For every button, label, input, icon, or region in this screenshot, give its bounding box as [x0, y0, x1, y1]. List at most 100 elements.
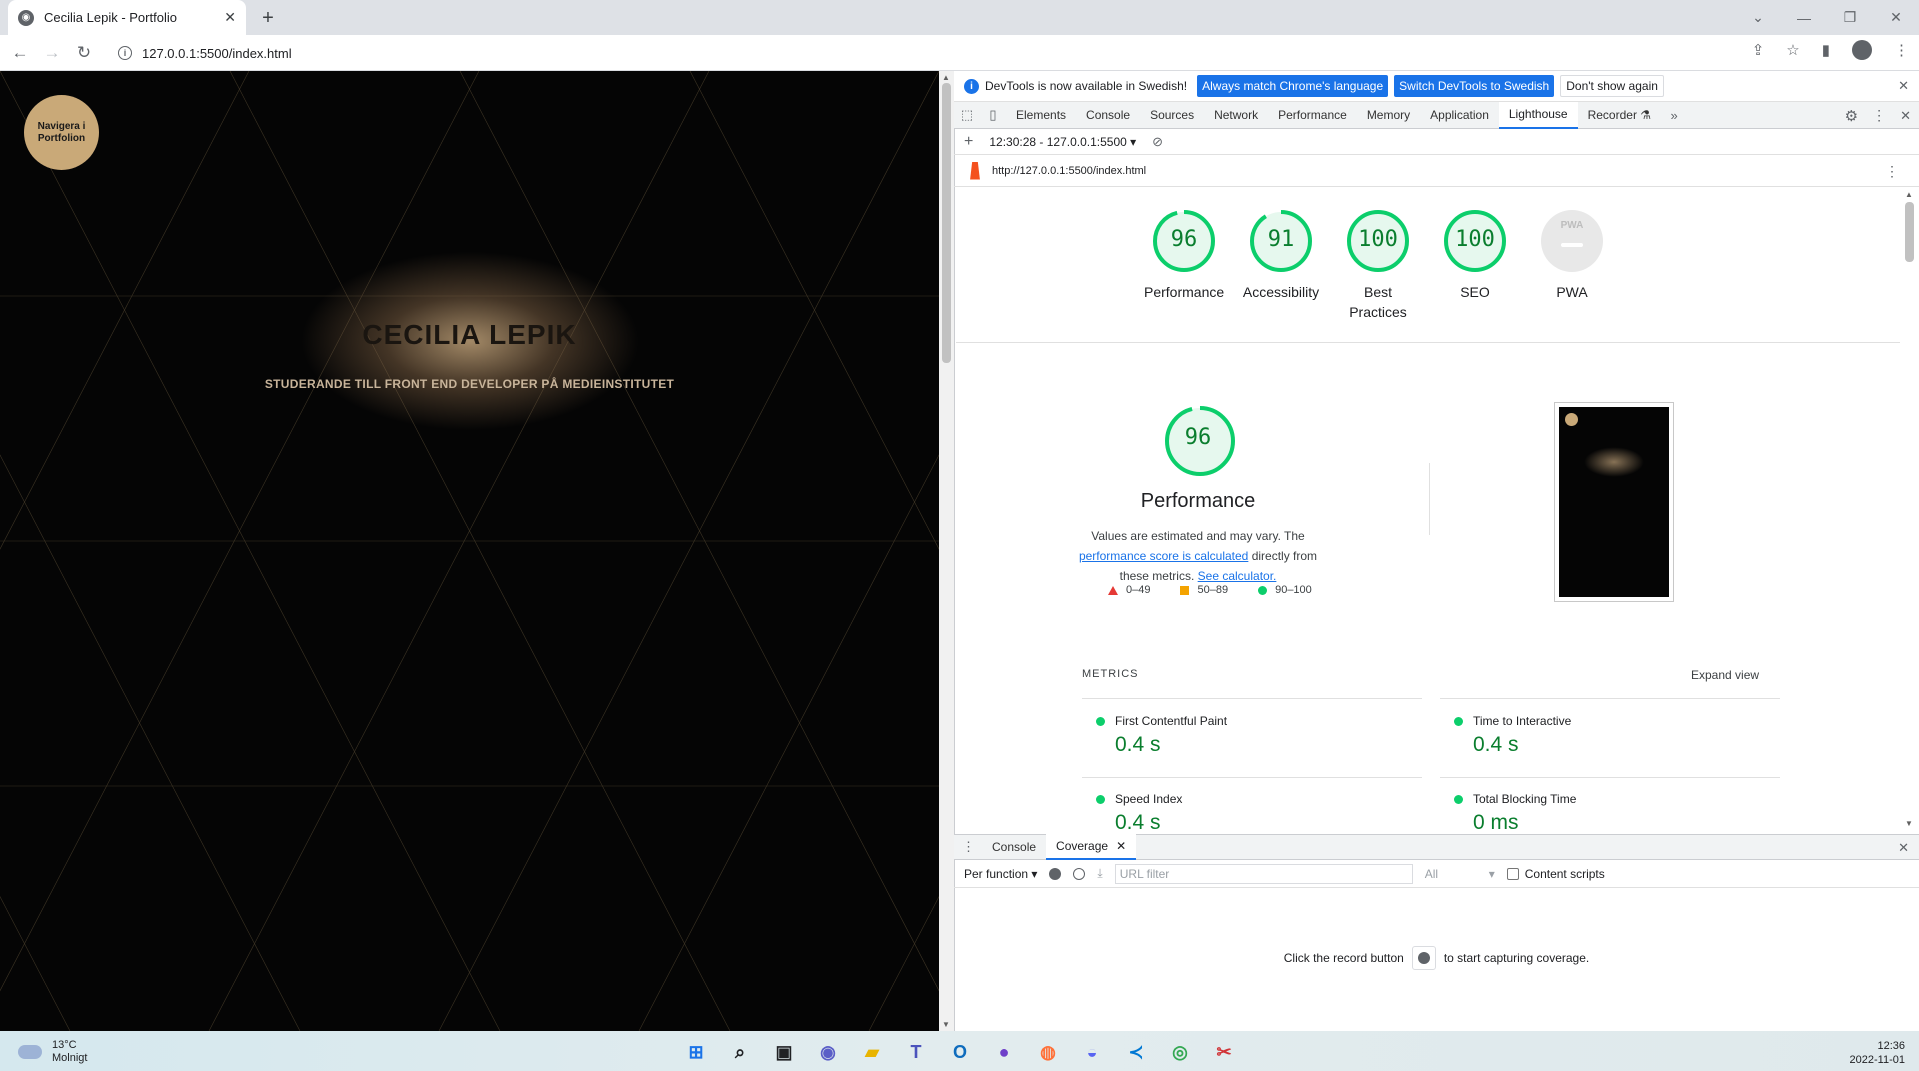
- close-drawer-icon[interactable]: ✕: [1898, 840, 1909, 856]
- infobar-message: DevTools is now available in Swedish!: [985, 79, 1188, 93]
- page-scroll-thumb[interactable]: [942, 83, 951, 363]
- scroll-up-icon[interactable]: ▲: [942, 73, 950, 82]
- new-report-icon[interactable]: +: [964, 133, 973, 151]
- tab-lighthouse[interactable]: Lighthouse: [1498, 101, 1578, 129]
- weather-widget[interactable]: 13°C Molnigt: [18, 1039, 87, 1065]
- settings-gear-icon[interactable]: ⚙: [1845, 107, 1858, 125]
- reload-record-icon[interactable]: [1073, 867, 1086, 880]
- pass-circle-icon: [1454, 716, 1463, 726]
- gauge-pwa[interactable]: PWA PWA: [1532, 208, 1612, 302]
- search-icon[interactable]: ⌕: [724, 1036, 756, 1068]
- snipping-tool-icon[interactable]: ✂: [1208, 1036, 1240, 1068]
- gauge-seo[interactable]: 100 SEO: [1435, 208, 1515, 302]
- back-button[interactable]: ←: [6, 39, 34, 67]
- reload-button[interactable]: ↻: [70, 39, 98, 67]
- thumbnail-image: [1559, 407, 1669, 597]
- restore-button[interactable]: ❐: [1827, 9, 1873, 26]
- file-explorer-icon[interactable]: ▰: [856, 1036, 888, 1068]
- type-filter-select[interactable]: All ▾: [1425, 867, 1495, 881]
- scroll-down-icon[interactable]: ▼: [1905, 819, 1913, 828]
- export-icon[interactable]: ⤓: [1097, 866, 1102, 881]
- clear-reports-icon[interactable]: ⊘: [1152, 134, 1163, 150]
- close-infobar-icon[interactable]: ✕: [1898, 78, 1909, 94]
- tab-recorder[interactable]: Recorder ⚗: [1578, 102, 1661, 129]
- task-view-icon[interactable]: ▣: [768, 1036, 800, 1068]
- drawer-tab-console[interactable]: Console: [982, 834, 1046, 860]
- report-url[interactable]: http://127.0.0.1:5500/index.html: [992, 165, 1146, 177]
- side-panel-icon[interactable]: ▮: [1822, 41, 1830, 59]
- report-menu-icon[interactable]: ⋮: [1885, 163, 1899, 180]
- content-scripts-checkbox[interactable]: [1506, 867, 1519, 880]
- minimize-button[interactable]: —: [1781, 10, 1827, 26]
- final-screenshot-thumbnail[interactable]: [1554, 402, 1674, 602]
- vscode-icon[interactable]: ≺: [1120, 1036, 1152, 1068]
- scroll-down-icon[interactable]: ▼: [942, 1020, 950, 1029]
- report-scrollbar[interactable]: ▲ ▼: [1900, 188, 1919, 830]
- url-filter-input[interactable]: URL filter: [1114, 863, 1413, 884]
- per-function-select[interactable]: Per function ▾: [964, 867, 1037, 881]
- content-scripts-label: Content scripts: [1524, 866, 1605, 881]
- gauge-accessibility[interactable]: 91 Accessibility: [1241, 208, 1321, 302]
- discord-icon[interactable]: ◒: [1076, 1036, 1108, 1068]
- chrome-icon[interactable]: ◎: [1164, 1036, 1196, 1068]
- metric-divider: [1440, 777, 1780, 778]
- weather-text: 13°C Molnigt: [52, 1039, 87, 1065]
- triangle-pattern: [0, 71, 939, 1031]
- expand-view-toggle[interactable]: Expand view: [1691, 668, 1759, 682]
- chrome-menu-icon[interactable]: ⋮: [1894, 41, 1909, 59]
- drawer-tab-coverage[interactable]: Coverage ✕: [1046, 834, 1137, 860]
- close-devtools-icon[interactable]: ✕: [1900, 108, 1911, 124]
- tab-elements[interactable]: Elements: [1006, 102, 1076, 129]
- address-bar[interactable]: i 127.0.0.1:5500/index.html: [108, 40, 1768, 66]
- tab-performance[interactable]: Performance: [1268, 102, 1357, 129]
- teams-icon[interactable]: T: [900, 1036, 932, 1068]
- devtools-menu-icon[interactable]: ⋮: [1872, 107, 1886, 124]
- scroll-up-icon[interactable]: ▲: [1905, 190, 1913, 199]
- metric-divider: [1082, 777, 1422, 778]
- close-tab-icon[interactable]: ✕: [224, 9, 236, 26]
- dont-show-again-button[interactable]: Don't show again: [1560, 75, 1664, 97]
- device-toolbar-icon[interactable]: ▯: [980, 107, 1006, 123]
- close-tab-icon[interactable]: ✕: [1116, 839, 1126, 853]
- see-calculator-link[interactable]: See calculator.: [1198, 569, 1277, 583]
- share-icon[interactable]: ⇪: [1752, 41, 1765, 59]
- drawer-menu-icon[interactable]: ⋮: [962, 839, 982, 855]
- bookmark-star-icon[interactable]: ☆: [1786, 41, 1799, 59]
- start-recording-button[interactable]: [1411, 946, 1436, 970]
- forward-button[interactable]: →: [38, 39, 66, 67]
- match-language-button[interactable]: Always match Chrome's language: [1197, 75, 1389, 97]
- report-scroll-thumb[interactable]: [1905, 202, 1914, 262]
- inspect-element-icon[interactable]: ⬚: [954, 107, 980, 123]
- profile-avatar[interactable]: [1852, 40, 1872, 60]
- tab-application[interactable]: Application: [1420, 102, 1499, 129]
- record-icon[interactable]: [1049, 867, 1062, 880]
- clock-time: 12:36: [1877, 1040, 1905, 1052]
- address-url[interactable]: 127.0.0.1:5500/index.html: [142, 46, 292, 61]
- close-window-button[interactable]: ✕: [1873, 9, 1919, 26]
- tab-sources[interactable]: Sources: [1140, 102, 1204, 129]
- divider: [956, 342, 1901, 343]
- firefox-icon[interactable]: ◍: [1032, 1036, 1064, 1068]
- tab-network[interactable]: Network: [1204, 102, 1268, 129]
- report-select[interactable]: 12:30:28 - 127.0.0.1:5500 ▾: [989, 135, 1136, 149]
- gauge-best-practices[interactable]: 100 Best Practices: [1338, 208, 1418, 322]
- page-scrollbar[interactable]: ▲ ▼: [939, 71, 954, 1031]
- system-clock[interactable]: 12:36 2022-11-01: [1850, 1039, 1905, 1067]
- score-calc-link[interactable]: performance score is calculated: [1079, 549, 1248, 563]
- tab-memory[interactable]: Memory: [1357, 102, 1420, 129]
- browser-tab[interactable]: ◉ Cecilia Lepik - Portfolio ✕: [8, 0, 246, 35]
- chat-icon[interactable]: ◉: [812, 1036, 844, 1068]
- outlook-icon[interactable]: O: [944, 1036, 976, 1068]
- gauge-performance[interactable]: 96 Performance: [1144, 208, 1224, 302]
- switch-language-button[interactable]: Switch DevTools to Swedish: [1394, 75, 1555, 97]
- more-tabs-icon[interactable]: »: [1661, 108, 1687, 123]
- fail-triangle-icon: [1108, 585, 1118, 595]
- new-tab-button[interactable]: +: [254, 4, 282, 32]
- windows-start-icon[interactable]: ⊞: [680, 1036, 712, 1068]
- github-desktop-icon[interactable]: ●: [988, 1036, 1020, 1068]
- site-info-icon[interactable]: i: [118, 46, 132, 60]
- tab-console[interactable]: Console: [1076, 102, 1140, 129]
- nav-buttons: ← → ↻: [6, 39, 98, 67]
- portfolio-nav-button[interactable]: Navigera i Portfolion: [24, 95, 99, 170]
- tab-search-icon[interactable]: ⌄: [1735, 9, 1781, 26]
